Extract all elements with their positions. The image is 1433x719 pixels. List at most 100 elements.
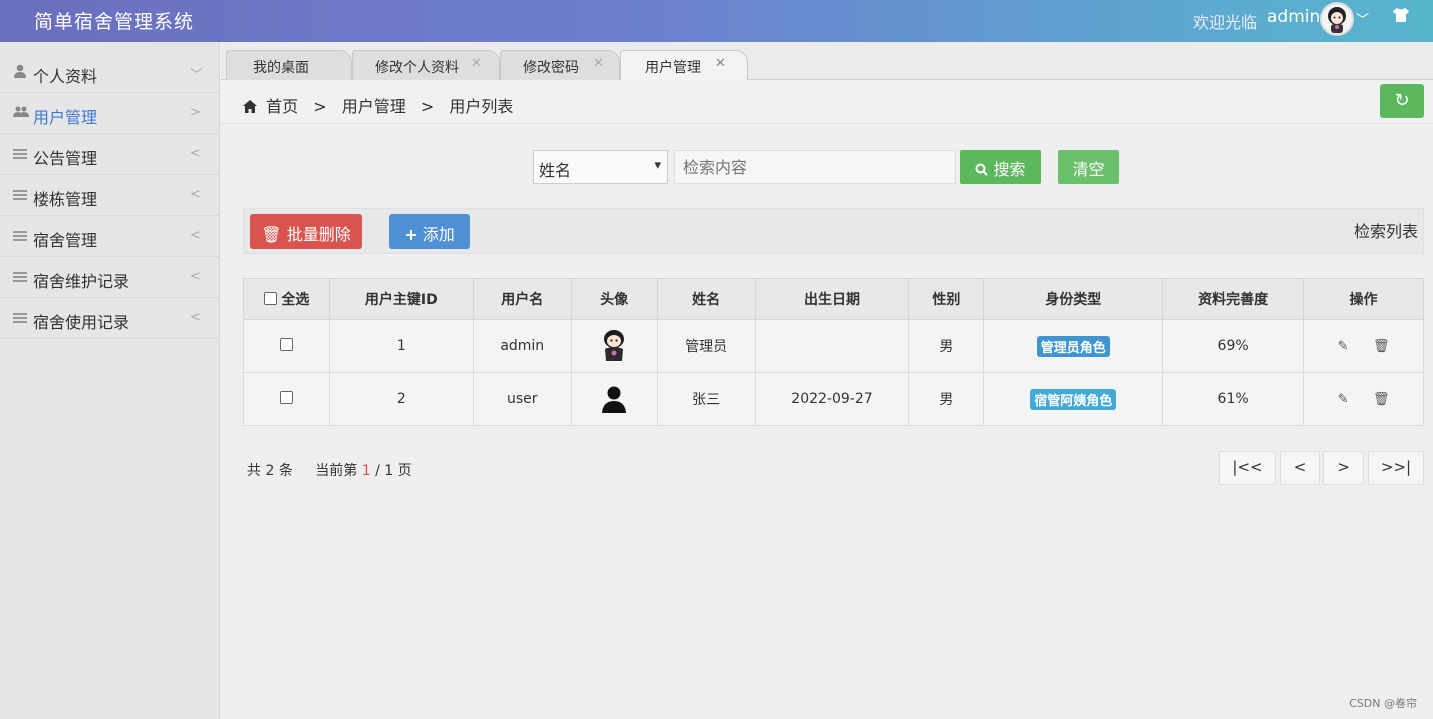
breadcrumb-user-list: 用户列表 bbox=[449, 97, 514, 116]
role-badge: 宿管阿姨角色 bbox=[1030, 388, 1117, 410]
sidebar-item-label: 宿舍使用记录 bbox=[33, 313, 130, 332]
cell-completeness: 61% bbox=[1162, 372, 1305, 426]
breadcrumb-separator: > bbox=[420, 97, 435, 116]
pager-prev[interactable]: < bbox=[1280, 451, 1320, 485]
batch-delete-button[interactable]: 🗑 批量删除 bbox=[250, 214, 362, 249]
sidebar-item-announcements[interactable]: 公告管理 < bbox=[0, 134, 220, 175]
home-icon bbox=[243, 97, 262, 116]
column-header: 姓名 bbox=[656, 278, 756, 320]
menu-icon bbox=[13, 228, 29, 244]
welcome-text: 欢迎光临 bbox=[1193, 13, 1258, 32]
search-button[interactable]: 搜索 bbox=[960, 150, 1041, 184]
user-icon bbox=[13, 64, 29, 80]
column-header: 性别 bbox=[908, 278, 985, 320]
cell-birth: 2022-09-27 bbox=[754, 372, 910, 426]
cell-id: 1 bbox=[328, 319, 474, 373]
cell-name: 张三 bbox=[656, 372, 756, 426]
close-icon[interactable]: ✕ bbox=[715, 56, 726, 71]
theme-shirt-icon[interactable] bbox=[1392, 7, 1410, 27]
username-menu[interactable]: admin bbox=[1267, 7, 1320, 27]
cartoon-avatar-icon bbox=[1328, 7, 1346, 33]
chevron-left-icon: < bbox=[190, 146, 201, 161]
chevron-right-icon: > bbox=[190, 105, 201, 120]
tab-change-password[interactable]: 修改密码 ✕ bbox=[500, 50, 620, 80]
clear-button[interactable]: 清空 bbox=[1058, 150, 1119, 184]
trash-icon: 🗑 bbox=[261, 225, 282, 244]
sidebar-item-label: 楼栋管理 bbox=[33, 190, 98, 209]
breadcrumb-bar: 首页 > 用户管理 > 用户列表 ↻ bbox=[221, 80, 1433, 124]
tab-label: 用户管理 bbox=[645, 60, 701, 76]
sidebar-item-label: 个人资料 bbox=[33, 67, 98, 86]
menu-icon bbox=[13, 146, 29, 162]
main-content: 首页 > 用户管理 > 用户列表 ↻ 姓名 ▾ 搜索 清空 🗑 批量删除 bbox=[221, 80, 1433, 719]
menu-icon bbox=[13, 269, 29, 285]
sidebar-item-profile[interactable]: 个人资料 ﹀ bbox=[0, 52, 220, 93]
chevron-left-icon: < bbox=[190, 269, 201, 284]
cell-username: admin bbox=[472, 319, 572, 373]
table-row: 2 user 张三 2022-09-27 男 宿管阿姨角色 61% ✎ 🗑 bbox=[243, 372, 1424, 426]
sidebar-item-buildings[interactable]: 楼栋管理 < bbox=[0, 175, 220, 216]
tab-label: 修改密码 bbox=[523, 60, 579, 76]
table-toolbar: 🗑 批量删除 + 添加 检索列表 bbox=[243, 208, 1424, 254]
avatar[interactable] bbox=[1320, 2, 1354, 36]
tab-edit-profile[interactable]: 修改个人资料 ✕ bbox=[352, 50, 500, 80]
cartoon-avatar-icon bbox=[601, 330, 627, 361]
trash-icon[interactable]: 🗑 bbox=[1373, 392, 1390, 407]
app-title: 简单宿舍管理系统 bbox=[34, 11, 195, 33]
sidebar-item-users[interactable]: 用户管理 > bbox=[0, 93, 220, 134]
row-checkbox[interactable] bbox=[279, 391, 293, 404]
cell-gender: 男 bbox=[908, 319, 985, 373]
search-button-label: 搜索 bbox=[993, 160, 1026, 179]
tab-desktop[interactable]: 我的桌面 bbox=[226, 50, 352, 80]
add-button[interactable]: + 添加 bbox=[389, 214, 470, 249]
column-header: 资料完善度 bbox=[1162, 278, 1305, 320]
close-icon[interactable]: ✕ bbox=[593, 56, 604, 71]
refresh-button[interactable]: ↻ bbox=[1380, 84, 1424, 118]
table-header-row: 全选 用户主键ID 用户名 头像 姓名 出生日期 性别 身份类型 资料完善度 操… bbox=[243, 278, 1424, 320]
select-all-checkbox[interactable] bbox=[263, 292, 277, 305]
chevron-down-icon: ﹀ bbox=[190, 68, 204, 83]
sidebar-item-label: 公告管理 bbox=[33, 149, 98, 168]
edit-icon[interactable]: ✎ bbox=[1338, 392, 1349, 407]
cell-username: user bbox=[472, 372, 572, 426]
search-field-select[interactable]: 姓名 ▾ bbox=[533, 150, 668, 184]
edit-icon[interactable]: ✎ bbox=[1338, 339, 1349, 354]
column-header: 用户主键ID bbox=[328, 278, 474, 320]
chevron-down-icon[interactable]: ﹀ bbox=[1356, 9, 1369, 28]
trash-icon[interactable]: 🗑 bbox=[1373, 339, 1390, 354]
breadcrumb: 首页 > 用户管理 > 用户列表 bbox=[243, 93, 523, 117]
search-icon bbox=[975, 160, 993, 179]
chevron-left-icon: < bbox=[190, 228, 201, 243]
pager-last[interactable]: >>| bbox=[1368, 451, 1424, 485]
close-icon[interactable]: ✕ bbox=[471, 56, 482, 71]
select-all-header[interactable]: 全选 bbox=[243, 278, 330, 320]
watermark: CSDN @卷帘 bbox=[1349, 697, 1417, 710]
cell-gender: 男 bbox=[908, 372, 985, 426]
sidebar-item-usage[interactable]: 宿舍使用记录 < bbox=[0, 298, 220, 339]
refresh-icon: ↻ bbox=[1394, 90, 1410, 111]
pager-info: 共 2 条 当前第 1 / 1 页 bbox=[247, 463, 412, 479]
sidebar-item-label: 宿舍管理 bbox=[33, 231, 98, 250]
search-row: 姓名 ▾ 搜索 清空 bbox=[221, 150, 1433, 186]
sidebar-item-label: 宿舍维护记录 bbox=[33, 272, 130, 291]
sidebar-item-label: 用户管理 bbox=[33, 108, 98, 127]
sidebar-item-dorms[interactable]: 宿舍管理 < bbox=[0, 216, 220, 257]
users-icon bbox=[13, 105, 29, 121]
column-header: 出生日期 bbox=[754, 278, 910, 320]
row-checkbox[interactable] bbox=[279, 338, 293, 351]
sidebar: 个人资料 ﹀ 用户管理 > 公告管理 < 楼栋管理 < 宿舍管理 < 宿舍维护记… bbox=[0, 42, 220, 719]
breadcrumb-home[interactable]: 首页 bbox=[266, 97, 298, 116]
breadcrumb-user-management[interactable]: 用户管理 bbox=[342, 97, 406, 116]
search-list-label: 检索列表 bbox=[1353, 222, 1418, 241]
tab-label: 修改个人资料 bbox=[375, 60, 459, 76]
chevron-left-icon: < bbox=[190, 310, 201, 325]
pager-next[interactable]: > bbox=[1323, 451, 1364, 485]
search-input[interactable] bbox=[674, 150, 956, 184]
sidebar-item-maintenance[interactable]: 宿舍维护记录 < bbox=[0, 257, 220, 298]
tab-user-management[interactable]: 用户管理 ✕ bbox=[620, 50, 748, 80]
pager-first[interactable]: |<< bbox=[1219, 451, 1276, 485]
menu-icon bbox=[13, 310, 29, 326]
breadcrumb-separator: > bbox=[313, 97, 327, 116]
add-label: 添加 bbox=[422, 225, 455, 244]
cell-birth bbox=[754, 319, 910, 373]
